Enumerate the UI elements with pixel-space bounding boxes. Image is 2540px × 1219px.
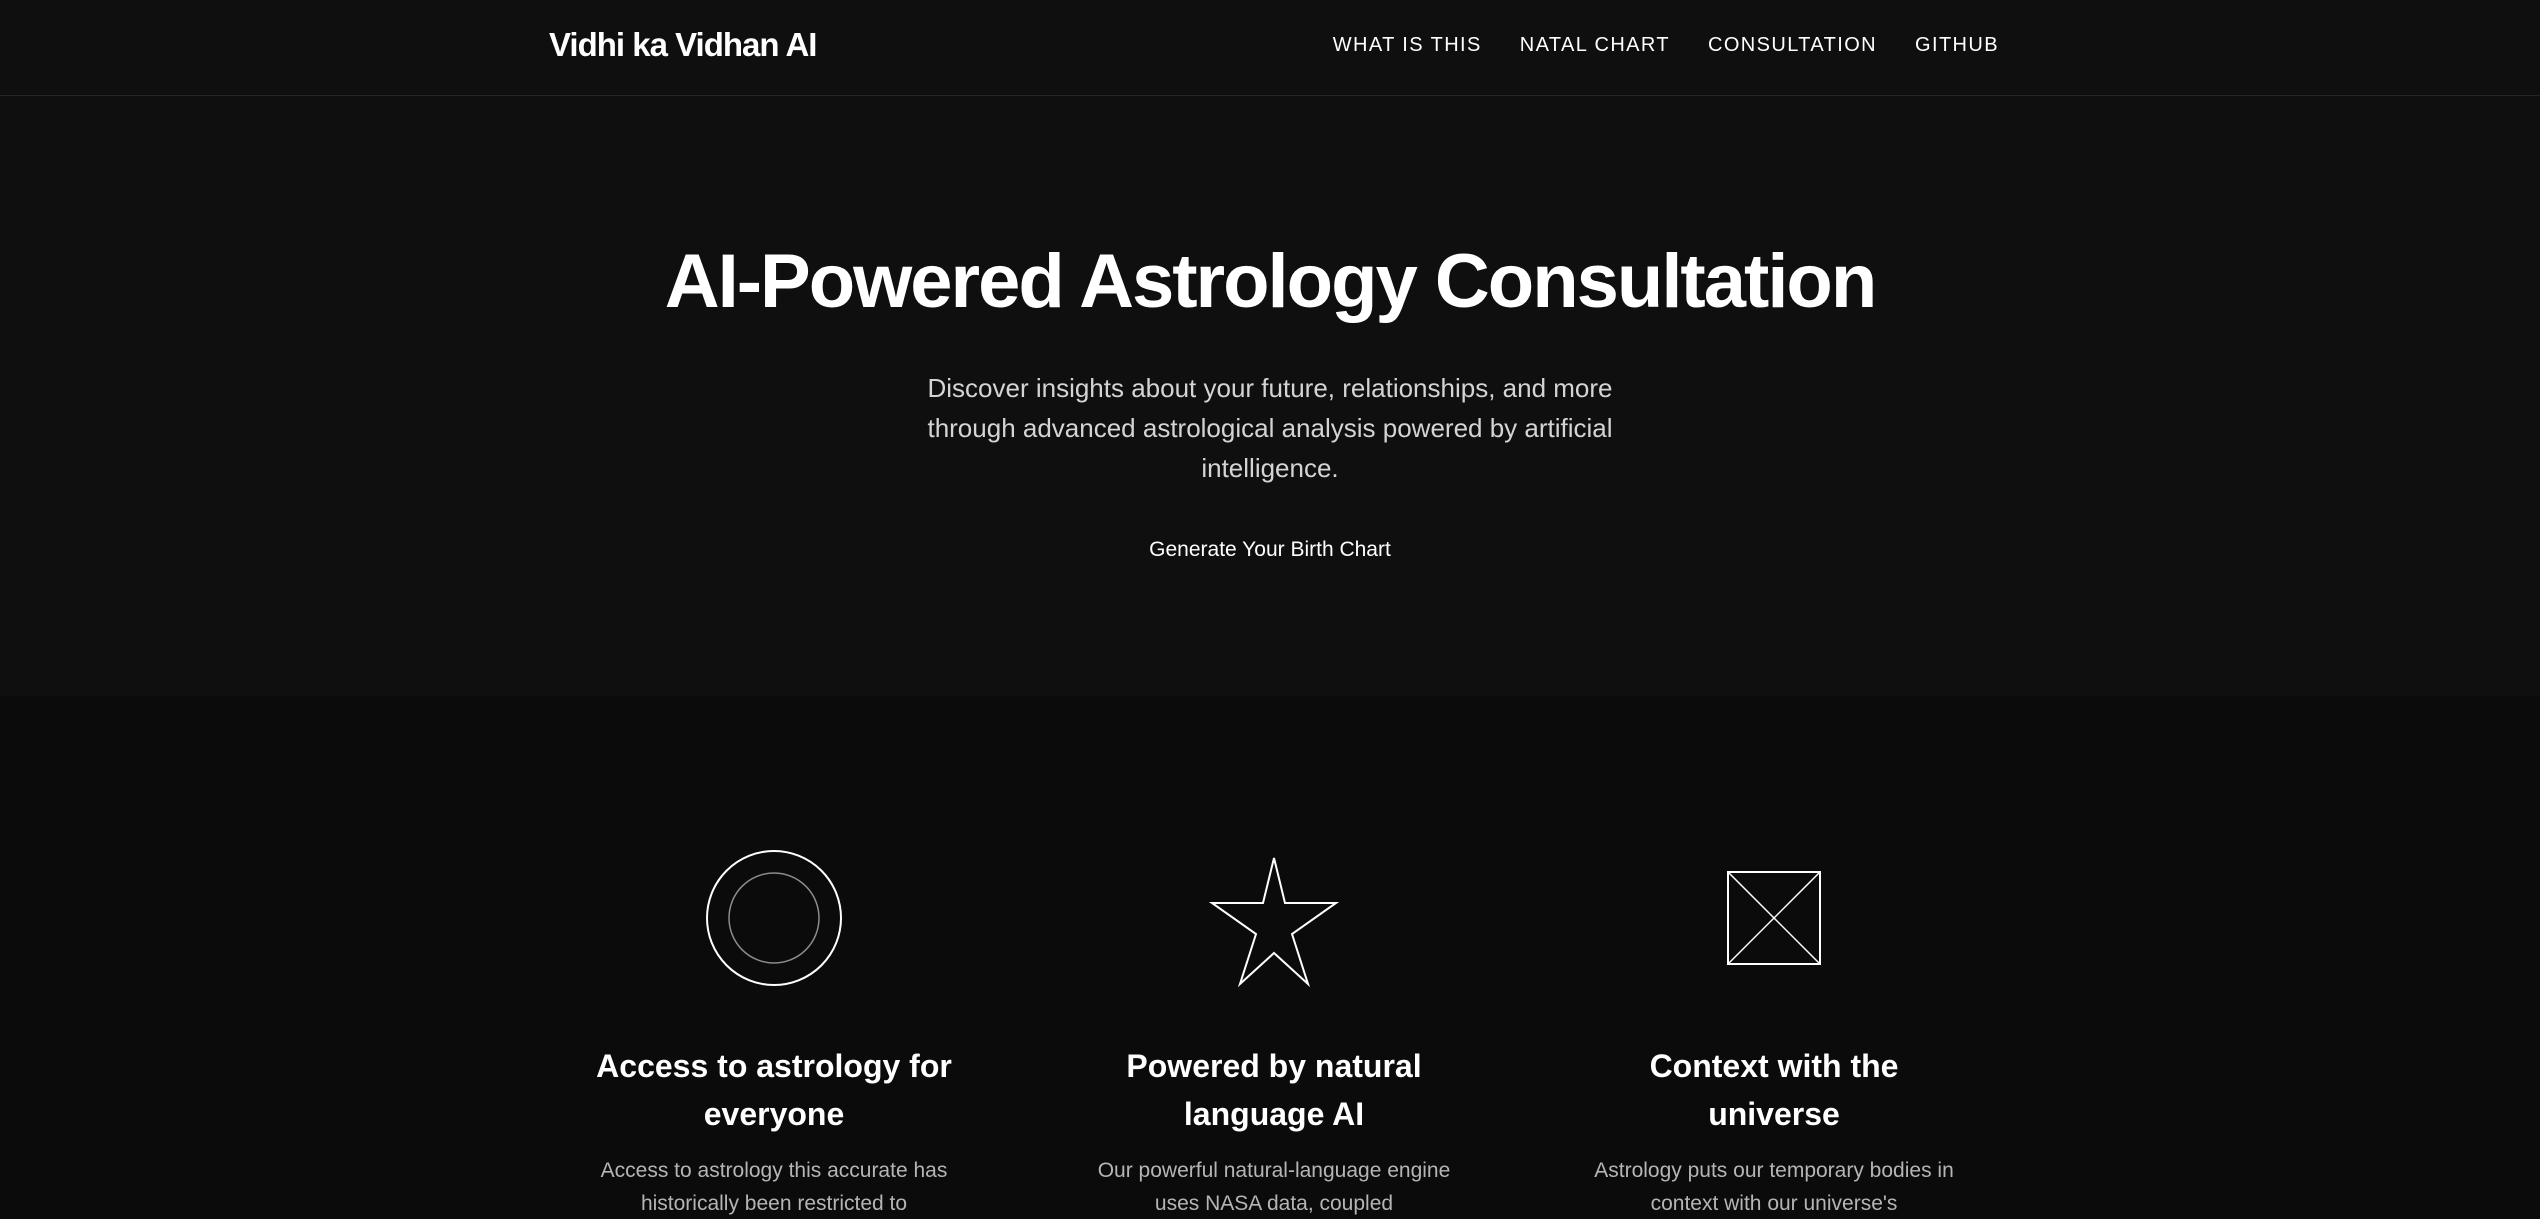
feature-description: Access to astrology this accurate has hi… (600, 1159, 948, 1215)
feature-title: Context with the universe (1649, 1048, 1899, 1132)
feature-title: Powered by natural language AI (1126, 1048, 1422, 1132)
feature-title: Access to astrology for everyone (596, 1048, 952, 1132)
features-section: Access to astrology for everyone Access … (0, 696, 2540, 1219)
nav-item-consultation[interactable]: CONSULTATION (1708, 34, 1877, 57)
page: Vidhi ka Vidhan AI WHAT IS THIS NATAL CH… (0, 0, 2540, 1219)
nav-item-what-is-this[interactable]: WHAT IS THIS (1333, 34, 1482, 57)
nav-item-natal-chart[interactable]: NATAL CHART (1520, 34, 1670, 57)
hero-section: AI-Powered Astrology Consultation Discov… (0, 96, 2540, 696)
crossed-square-icon (1727, 871, 1821, 965)
feature-description: Our powerful natural-language engine use… (1097, 1159, 1451, 1215)
generate-birth-chart-button[interactable]: Generate Your Birth Chart (1149, 538, 1391, 562)
top-nav-bar: Vidhi ka Vidhan AI WHAT IS THIS NATAL CH… (0, 0, 2540, 96)
nav-item-github[interactable]: GITHUB (1915, 34, 1999, 57)
brand-logo-text[interactable]: Vidhi ka Vidhan AI (549, 26, 817, 64)
main-nav: WHAT IS THIS NATAL CHART CONSULTATION GI… (1333, 34, 1999, 57)
star-icon (1208, 857, 1340, 988)
double-circle-icon (706, 850, 842, 986)
feature-description: Astrology puts our temporary bodies in c… (1594, 1159, 1954, 1215)
hero-title: AI-Powered Astrology Consultation (664, 239, 1878, 324)
hero-subtitle: Discover insights about your future, rel… (927, 373, 1613, 483)
